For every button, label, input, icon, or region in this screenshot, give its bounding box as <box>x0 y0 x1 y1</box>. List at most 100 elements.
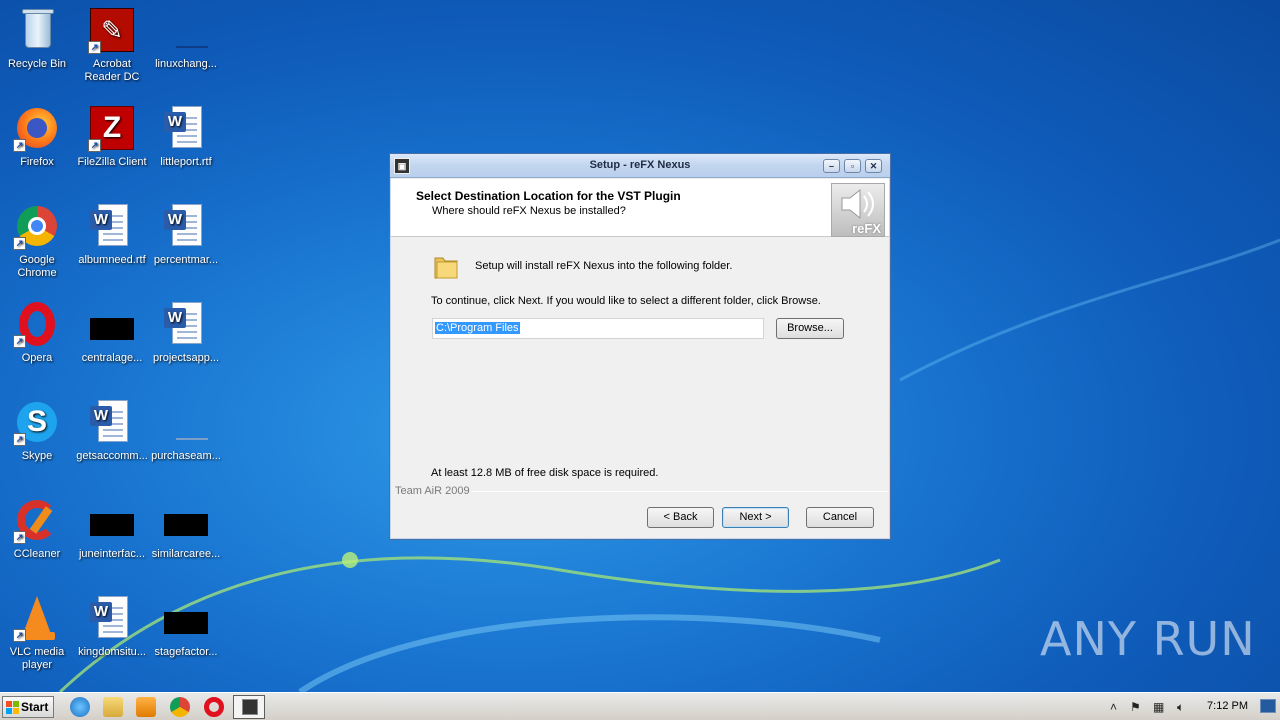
file-thumbnail-icon <box>162 594 210 642</box>
desktop-icon-stagefactor[interactable]: stagefactor... <box>149 594 223 659</box>
desktop-icon-skype[interactable]: S ↗ Skype <box>0 398 74 463</box>
desktop-icon-label: getsaccomm... <box>76 450 148 462</box>
desktop-icon-acrobat[interactable]: ✎ ↗ Acrobat Reader DC <box>75 6 149 84</box>
desktop-icon-label: stagefactor... <box>154 646 218 658</box>
footer-separator <box>472 491 888 492</box>
shortcut-arrow-icon: ↗ <box>13 433 26 446</box>
shortcut-arrow-icon: ↗ <box>13 237 26 250</box>
filezilla-icon: Z ↗ <box>88 104 136 152</box>
chrome-icon: ↗ <box>13 202 61 250</box>
desktop-icon-albumneed[interactable]: W albumneed.rtf <box>75 202 149 267</box>
show-desktop-button[interactable] <box>1260 699 1276 713</box>
dialog-titlebar[interactable]: ▣ Setup - reFX Nexus – ▫ ✕ <box>390 154 890 178</box>
wizard-page-title: Select Destination Location for the VST … <box>416 189 681 203</box>
file-thumbnail-icon <box>162 6 210 54</box>
desktop-icon-centralage[interactable]: centralage... <box>75 300 149 365</box>
desktop-icon-label: FileZilla Client <box>77 156 147 168</box>
desktop-icon-recycle-bin[interactable]: Recycle Bin <box>0 6 74 71</box>
speaker-icon <box>841 188 874 220</box>
desktop-icon-vlc[interactable]: ↗ VLC media player <box>0 594 74 672</box>
desktop-icon-label: Skype <box>21 450 53 462</box>
file-thumbnail-icon <box>162 496 210 544</box>
folder-icon <box>434 257 458 279</box>
file-thumbnail-icon <box>162 398 210 446</box>
desktop-icon-linuxchang[interactable]: linuxchang... <box>149 6 223 71</box>
desktop-icon-filezilla[interactable]: Z ↗ FileZilla Client <box>75 104 149 169</box>
desktop-icon-littleport[interactable]: W littleport.rtf <box>149 104 223 169</box>
ccleaner-icon: ↗ <box>13 496 61 544</box>
windows-logo-icon <box>6 701 19 714</box>
chrome-taskbar-icon[interactable] <box>170 697 190 717</box>
desktop-icon-label: percentmar... <box>153 254 219 266</box>
dialog-title: Setup - reFX Nexus <box>589 159 691 171</box>
desktop-icon-label: Recycle Bin <box>7 58 67 70</box>
next-button[interactable]: Next > <box>722 507 789 528</box>
skype-icon: S ↗ <box>13 398 61 446</box>
refx-logo: reFX <box>831 183 885 237</box>
tray-overflow-icon[interactable]: ˄ <box>1110 700 1117 714</box>
desktop-icon-label: projectsapp... <box>152 352 220 364</box>
anyrun-watermark: ANY RUN <box>1040 612 1256 666</box>
desktop-icon-label: similarcaree... <box>151 548 221 560</box>
minimize-button[interactable]: – <box>823 159 840 173</box>
installer-brand-text: Team AiR 2009 <box>395 485 470 497</box>
desktop-icon-label: purchaseam... <box>151 450 221 462</box>
desktop-icon-percentmar[interactable]: W percentmar... <box>149 202 223 267</box>
maximize-button[interactable]: ▫ <box>844 159 861 173</box>
shortcut-arrow-icon: ↗ <box>13 629 26 642</box>
browse-button[interactable]: Browse... <box>776 318 844 339</box>
setup-taskbar-button[interactable] <box>233 695 265 719</box>
media-player-icon[interactable] <box>136 697 156 717</box>
shortcut-arrow-icon: ↗ <box>88 41 101 54</box>
desktop-icon-label: CCleaner <box>13 548 61 560</box>
desktop-icon-label: albumneed.rtf <box>78 254 146 266</box>
back-button[interactable]: < Back <box>647 507 714 528</box>
disk-space-text: At least 12.8 MB of free disk space is r… <box>431 467 659 479</box>
network-icon[interactable]: ▦ <box>1153 700 1164 714</box>
desktop-icon-label: littleport.rtf <box>160 156 212 168</box>
taskbar: Start ˄ ⚑ ▦ 🔈︎ 7:12 PM <box>0 692 1280 720</box>
desktop-icon-label: Google Chrome <box>17 254 57 279</box>
desktop-icon-label: linuxchang... <box>155 58 217 70</box>
destination-path-input[interactable]: C:\Program Files <box>432 318 764 339</box>
word-document-icon: W <box>162 300 210 348</box>
cancel-button[interactable]: Cancel <box>806 507 874 528</box>
word-document-icon: W <box>88 594 136 642</box>
opera-icon: ↗ <box>13 300 61 348</box>
acrobat-icon: ✎ ↗ <box>88 6 136 54</box>
word-document-icon: W <box>162 202 210 250</box>
desktop-icon-label: VLC media player <box>9 646 65 671</box>
desktop-icon-juneinterface[interactable]: juneinterfac... <box>75 496 149 561</box>
taskbar-clock[interactable]: 7:12 PM <box>1207 700 1248 712</box>
desktop-icon-firefox[interactable]: ↗ Firefox <box>0 104 74 169</box>
vlc-cone-icon: ↗ <box>13 594 61 642</box>
desktop-icon-purchaseam[interactable]: purchaseam... <box>149 398 223 463</box>
file-thumbnail-icon <box>88 496 136 544</box>
start-label: Start <box>21 700 49 714</box>
recycle-bin-icon <box>13 6 61 54</box>
wizard-page-subtitle: Where should reFX Nexus be installed? <box>432 205 626 217</box>
start-button[interactable]: Start <box>2 696 54 718</box>
desktop-icon-kingdomsitu[interactable]: W kingdomsitu... <box>75 594 149 659</box>
word-document-icon: W <box>88 202 136 250</box>
firefox-icon: ↗ <box>13 104 61 152</box>
desktop-icon-getsaccomm[interactable]: W getsaccomm... <box>75 398 149 463</box>
shortcut-arrow-icon: ↗ <box>13 531 26 544</box>
destination-path-value: C:\Program Files <box>435 322 520 334</box>
volume-icon[interactable]: 🔈︎ <box>1177 700 1184 715</box>
desktop-icon-projectsapp[interactable]: W projectsapp... <box>149 300 223 365</box>
shortcut-arrow-icon: ↗ <box>13 139 26 152</box>
close-button[interactable]: ✕ <box>865 159 882 173</box>
desktop-icon-label: centralage... <box>81 352 143 364</box>
internet-explorer-icon[interactable] <box>70 697 90 717</box>
desktop-icon-similarcaree[interactable]: similarcaree... <box>149 496 223 561</box>
desktop-icon-google-chrome[interactable]: ↗ Google Chrome <box>0 202 74 280</box>
desktop-icon-label: Opera <box>21 352 53 364</box>
install-folder-text: Setup will install reFX Nexus into the f… <box>475 260 733 272</box>
desktop-icon-opera[interactable]: ↗ Opera <box>0 300 74 365</box>
desktop-icon-ccleaner[interactable]: ↗ CCleaner <box>0 496 74 561</box>
opera-taskbar-icon[interactable] <box>204 697 224 717</box>
action-center-flag-icon[interactable]: ⚑ <box>1130 700 1141 714</box>
word-document-icon: W <box>162 104 210 152</box>
explorer-folder-icon[interactable] <box>103 697 123 717</box>
